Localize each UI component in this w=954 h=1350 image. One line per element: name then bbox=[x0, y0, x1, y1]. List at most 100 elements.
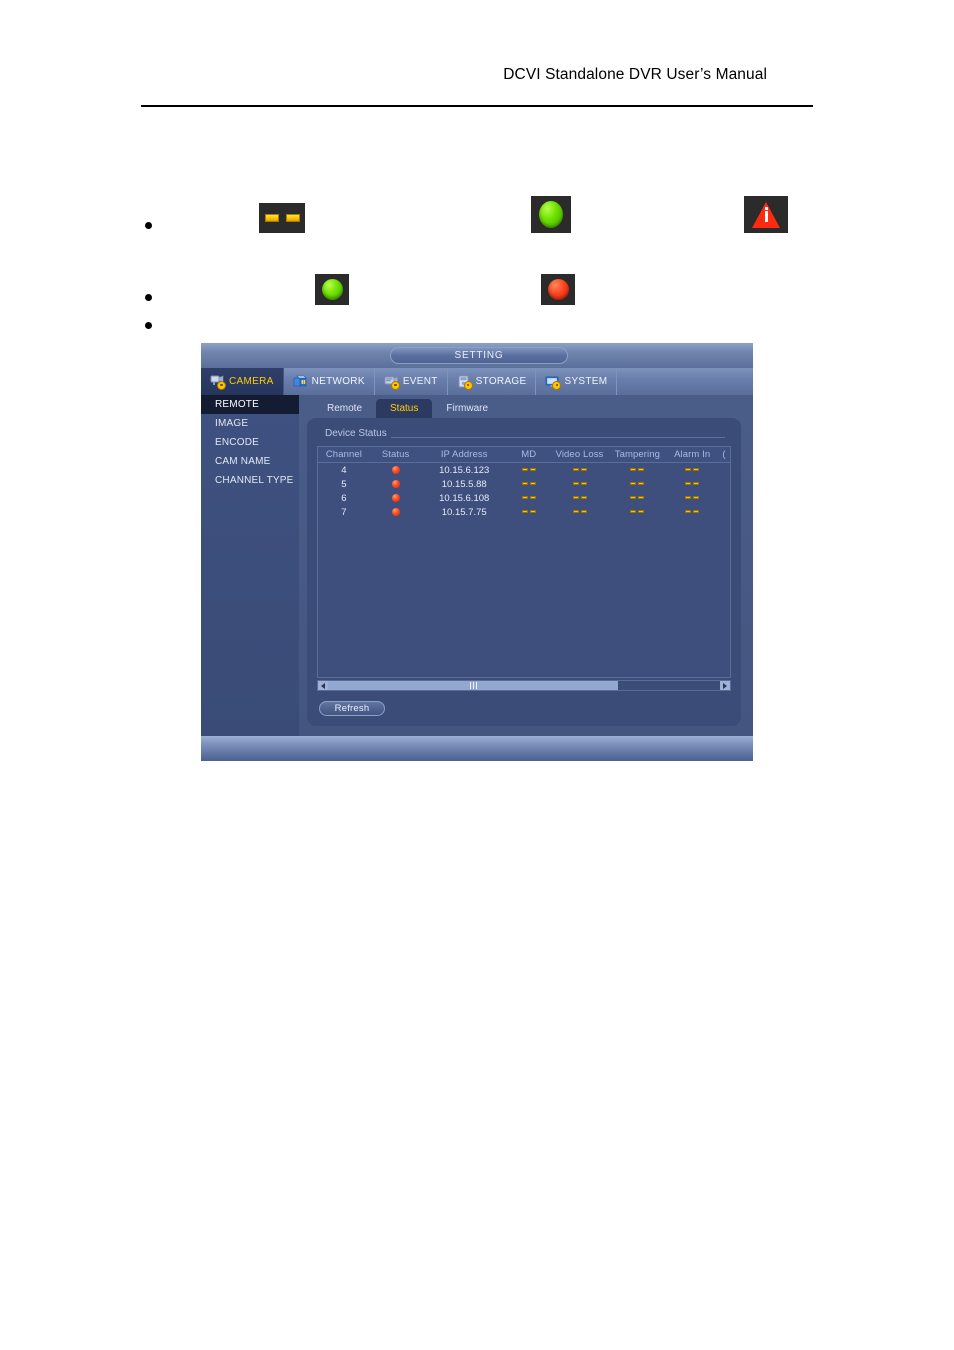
menu-item-network-label: NETWORK bbox=[311, 376, 365, 387]
double-dash-yellow-icon bbox=[259, 203, 305, 233]
storage-gear-icon bbox=[457, 375, 472, 389]
event-gear-icon bbox=[384, 375, 399, 389]
cell-md bbox=[507, 477, 551, 491]
dash-dash-icon bbox=[521, 510, 536, 514]
gear-badge bbox=[464, 381, 472, 389]
panel-legend: Device Status bbox=[325, 428, 725, 440]
dvr-content-area: Remote Status Firmware Device Status Cha… bbox=[299, 395, 753, 736]
green-led-glyph bbox=[539, 201, 563, 228]
menu-item-system[interactable]: SYSTEM bbox=[536, 368, 618, 395]
cell-ip-address: 10.15.7.75 bbox=[441, 506, 487, 518]
cell-tampering bbox=[608, 505, 666, 519]
green-circle-glyph bbox=[321, 279, 343, 300]
sidebar-item-remote[interactable]: REMOTE bbox=[201, 395, 299, 414]
dvr-setting-window: SETTING CAMERA NETWORK EVENT STORAGE SYS… bbox=[201, 343, 753, 761]
tab-status[interactable]: Status bbox=[376, 399, 433, 418]
dash-segment-right bbox=[285, 214, 300, 222]
dash-dash-icon bbox=[572, 510, 587, 514]
sidebar-item-image[interactable]: IMAGE bbox=[201, 414, 299, 433]
cell-channel: 7 bbox=[341, 506, 347, 518]
scrollbar-track[interactable] bbox=[328, 681, 720, 690]
tab-firmware[interactable]: Firmware bbox=[432, 399, 502, 418]
warning-bang-dot bbox=[764, 206, 768, 210]
device-status-label: Device Status bbox=[325, 428, 391, 439]
column-header-truncated: ( bbox=[718, 447, 730, 463]
cell-channel: 5 bbox=[341, 478, 347, 490]
cell-tampering bbox=[608, 491, 666, 505]
dash-dash-icon bbox=[572, 496, 587, 500]
column-header-ip-address: IP Address bbox=[421, 447, 507, 463]
dvr-main-menu: CAMERA NETWORK EVENT STORAGE SYSTEM bbox=[201, 368, 753, 395]
cell-status bbox=[370, 505, 422, 519]
red-warning-triangle-icon bbox=[744, 196, 788, 233]
menu-item-camera-label: CAMERA bbox=[229, 376, 274, 387]
window-title: SETTING bbox=[390, 347, 568, 364]
cell-tampering bbox=[608, 463, 666, 478]
column-header-alarm-in: Alarm In bbox=[666, 447, 719, 463]
dash-dash-icon bbox=[572, 468, 587, 472]
table-row[interactable]: 5 10.15.5.88 bbox=[318, 477, 730, 491]
scroll-right-arrow-icon[interactable] bbox=[720, 681, 730, 690]
table-row[interactable]: 6 10.15.6.108 bbox=[318, 491, 730, 505]
dvr-titlebar: SETTING bbox=[201, 343, 753, 368]
cell-channel: 4 bbox=[341, 464, 347, 476]
column-header-video-loss: Video Loss bbox=[550, 447, 609, 463]
dash-dash-icon bbox=[685, 496, 700, 500]
dash-dash-icon bbox=[685, 510, 700, 514]
cell-alarm-in bbox=[666, 491, 718, 505]
header-divider bbox=[141, 105, 813, 107]
red-circle-glyph bbox=[547, 279, 569, 300]
document-header: DCVI Standalone DVR User’s Manual bbox=[0, 0, 954, 110]
table-row[interactable]: 4 10.15.6.123 bbox=[318, 463, 730, 478]
cell-video-loss bbox=[551, 505, 609, 519]
menu-item-event-label: EVENT bbox=[402, 376, 438, 387]
dash-dash-icon bbox=[630, 496, 645, 500]
cell-tampering bbox=[608, 477, 666, 491]
table-row[interactable]: 7 10.15.7.75 bbox=[318, 505, 730, 519]
cell-ip-address: 10.15.5.88 bbox=[441, 478, 487, 490]
cell-alarm-in bbox=[666, 505, 718, 519]
cell-alarm-in bbox=[666, 463, 718, 478]
gear-badge bbox=[218, 381, 225, 389]
status-red-dot-icon bbox=[391, 465, 400, 474]
dash-dash-icon bbox=[630, 510, 645, 514]
dash-dash-icon bbox=[572, 482, 587, 486]
dash-dash-icon bbox=[630, 468, 645, 472]
cell-status bbox=[370, 463, 422, 478]
menu-item-network[interactable]: NETWORK bbox=[284, 368, 375, 395]
scrollbar-thumb[interactable] bbox=[328, 681, 619, 690]
sidebar-item-encode[interactable]: ENCODE bbox=[201, 433, 299, 452]
table-header-row: Channel Status IP Address MD Video Loss … bbox=[318, 447, 730, 463]
bullet-marker-2 bbox=[145, 294, 152, 301]
cell-md bbox=[507, 463, 551, 478]
menu-item-storage[interactable]: STORAGE bbox=[448, 368, 537, 395]
dash-dash-icon bbox=[685, 482, 700, 486]
warning-bang-stem bbox=[764, 210, 768, 222]
sidebar-item-cam-name[interactable]: CAM NAME bbox=[201, 452, 299, 471]
scroll-left-arrow-icon[interactable] bbox=[318, 681, 328, 690]
horizontal-scrollbar[interactable] bbox=[317, 680, 731, 691]
network-icon bbox=[293, 375, 308, 389]
column-header-tampering: Tampering bbox=[608, 447, 667, 463]
menu-item-camera[interactable]: CAMERA bbox=[201, 368, 284, 395]
green-led-icon bbox=[531, 196, 571, 233]
device-status-table: Channel Status IP Address MD Video Loss … bbox=[318, 447, 730, 519]
cell-video-loss bbox=[551, 477, 609, 491]
menu-item-event[interactable]: EVENT bbox=[375, 368, 448, 395]
cell-video-loss bbox=[551, 491, 609, 505]
sidebar-item-channel-type[interactable]: CHANNEL TYPE bbox=[201, 471, 299, 490]
dash-dash-icon bbox=[521, 496, 536, 500]
cell-video-loss bbox=[551, 463, 609, 478]
cell-truncated bbox=[718, 477, 730, 491]
menu-item-system-label: SYSTEM bbox=[564, 376, 608, 387]
cell-ip-address: 10.15.6.123 bbox=[439, 464, 490, 476]
content-tabbar: Remote Status Firmware bbox=[313, 399, 502, 418]
tab-remote[interactable]: Remote bbox=[313, 399, 376, 418]
cell-ip-address: 10.15.6.108 bbox=[439, 492, 490, 504]
refresh-button[interactable]: Refresh bbox=[319, 701, 385, 716]
cell-status bbox=[370, 477, 422, 491]
dvr-bottom-bar bbox=[201, 736, 753, 761]
column-header-status: Status bbox=[369, 447, 422, 463]
cell-md bbox=[507, 491, 551, 505]
cell-md bbox=[507, 505, 551, 519]
